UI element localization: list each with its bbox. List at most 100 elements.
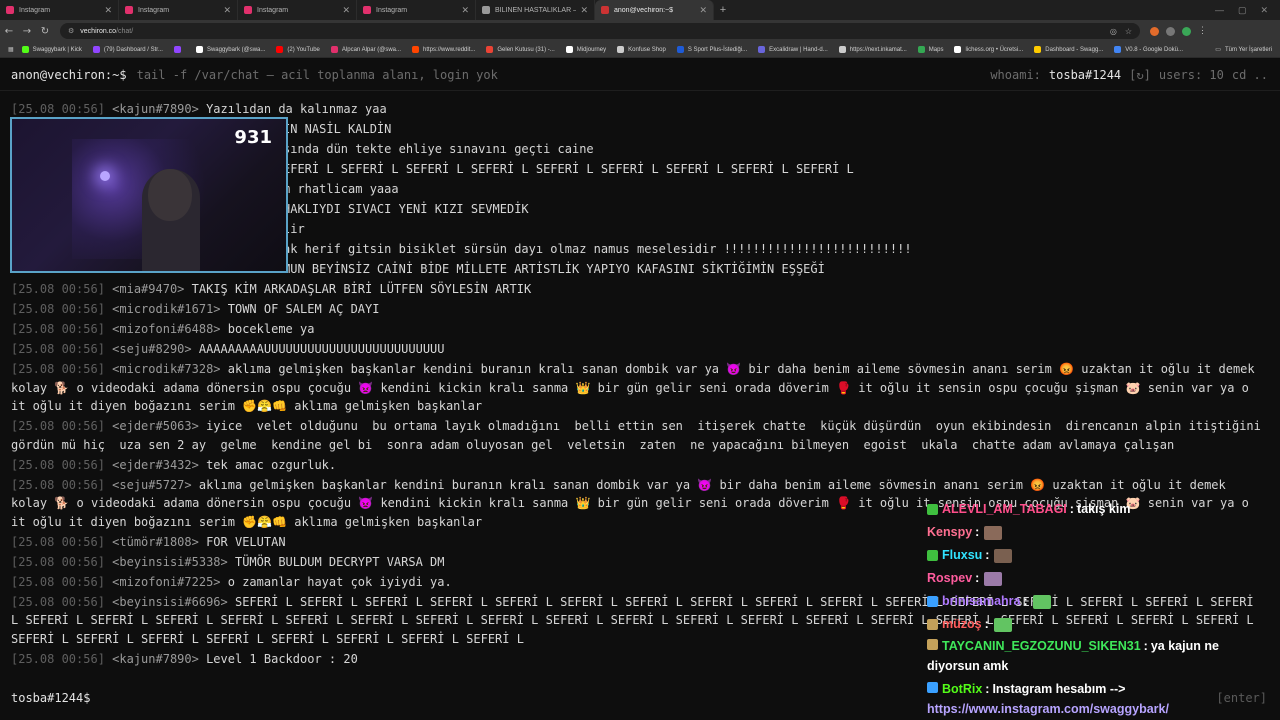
- message-nick[interactable]: <kajun#7890>: [112, 102, 206, 116]
- close-window-icon[interactable]: ✕: [1260, 5, 1268, 16]
- bookmark-item[interactable]: Maps: [917, 46, 943, 53]
- browser-tab[interactable]: Instagram ✕: [119, 0, 238, 20]
- message-nick[interactable]: <beyinsisi#5338>: [112, 555, 235, 569]
- message-text: TOWN OF SALEM AÇ DAYI: [227, 302, 380, 316]
- back-icon[interactable]: ←: [0, 20, 18, 42]
- bookmark-item[interactable]: Swaggybark (@swa...: [195, 46, 265, 53]
- bookmarks-bar: ▦ Swaggybark | Kick (79) Dashboard / Str.…: [0, 42, 1280, 58]
- message-text: Level 1 Backdoor : 20: [206, 651, 358, 666]
- bookmark-item[interactable]: [173, 46, 185, 53]
- bookmark-item[interactable]: lichess.org • Ücretsi...: [954, 46, 1023, 53]
- bookmark-item[interactable]: Alpcan Alpar (@swa...: [330, 46, 401, 53]
- new-tab-button[interactable]: +: [714, 0, 732, 20]
- stream-chat-separator: :: [1069, 502, 1074, 516]
- message-text: o zamanlar hayat çok iyiydi ya.: [227, 574, 452, 589]
- bookmark-item[interactable]: (2) YouTube: [276, 46, 320, 53]
- site-info-icon[interactable]: ⚙: [68, 27, 74, 35]
- bookmark-star-icon[interactable]: ☆: [1125, 27, 1132, 36]
- refresh-button[interactable]: [↻]: [1129, 68, 1151, 82]
- bookmark-favicon-icon: [565, 46, 573, 53]
- extensions-area: ⋮: [1150, 26, 1207, 36]
- reload-icon[interactable]: ↻: [36, 20, 54, 42]
- browser-tab[interactable]: anon@vechiron:~$ ✕: [595, 0, 714, 20]
- url-path: /chat/: [116, 27, 134, 35]
- stream-chat-link[interactable]: https://www.instagram.com/swaggybark/: [927, 702, 1169, 716]
- message-nick[interactable]: <seju#8290>: [112, 342, 199, 356]
- lens-icon[interactable]: ◎: [1110, 27, 1117, 36]
- stream-chat-separator: :: [975, 571, 980, 585]
- bookmark-item[interactable]: Gelen Kutusu (31) -...: [486, 46, 555, 53]
- bookmark-label: Konfuse Shop: [628, 46, 666, 53]
- maximize-icon[interactable]: ▢: [1238, 5, 1247, 16]
- tab-title: Instagram: [19, 6, 51, 14]
- bookmark-item[interactable]: Excalidraw | Hand-d...: [758, 46, 828, 53]
- bookmark-item[interactable]: (79) Dashboard / Str...: [92, 46, 163, 53]
- message-timestamp: [25.08 00:56]: [11, 651, 113, 666]
- close-tab-icon[interactable]: ✕: [580, 5, 588, 16]
- bookmark-item[interactable]: S Sport Plus-İstediği...: [676, 46, 747, 53]
- bookmark-item[interactable]: https://www.reddit...: [412, 46, 475, 53]
- browser-tab[interactable]: Instagram ✕: [238, 0, 357, 20]
- user-badge-icon: [927, 682, 938, 693]
- bookmark-favicon-icon: [276, 46, 284, 53]
- message-nick[interactable]: <tümör#1808>: [112, 535, 206, 549]
- message-nick[interactable]: <ejder#3432>: [112, 458, 206, 472]
- address-bar-row: ← → ↻ ⚙ vechiron.co/chat/ ◎ ☆ ⋮: [0, 20, 1280, 42]
- all-bookmarks[interactable]: ▭ Tüm Yer İşaretleri: [1215, 46, 1280, 54]
- apps-icon[interactable]: ▦: [8, 46, 14, 53]
- message-nick[interactable]: <kajun#7890>: [112, 652, 206, 666]
- bookmark-item[interactable]: V0.8 - Google Dokü...: [1114, 46, 1183, 53]
- message-timestamp: [25.08 00:56]: [11, 302, 113, 316]
- close-tab-icon[interactable]: ✕: [461, 5, 469, 16]
- bookmark-favicon-icon: [758, 46, 766, 53]
- browser-tab[interactable]: BİLİNEN HASTALIKLAR — Bede ✕: [476, 0, 595, 20]
- message-timestamp: [25.08 00:56]: [11, 322, 113, 336]
- close-tab-icon[interactable]: ✕: [223, 5, 231, 16]
- chat-message: [25.08 00:56] <mia#9470> TAKIŞ KİM ARKAD…: [11, 280, 1261, 299]
- bookmark-favicon-icon: [195, 46, 203, 53]
- browser-tab[interactable]: Instagram ✕: [0, 0, 119, 20]
- all-bookmarks-label: Tüm Yer İşaretleri: [1224, 46, 1272, 53]
- extension-icon[interactable]: [1150, 26, 1159, 36]
- message-timestamp: [25.08 00:56]: [11, 342, 113, 356]
- header-command: tail -f /var/chat — acil toplanma alanı,…: [136, 67, 498, 82]
- close-tab-icon[interactable]: ✕: [104, 5, 112, 16]
- bookmark-favicon-icon: [617, 46, 625, 53]
- tab-title: Instagram: [376, 6, 408, 14]
- bookmark-item[interactable]: Midjourney: [565, 46, 606, 53]
- message-nick[interactable]: <microdik#1671>: [112, 302, 228, 316]
- extension-icon[interactable]: [1182, 26, 1191, 36]
- forward-icon[interactable]: →: [18, 20, 36, 42]
- bookmark-item[interactable]: Swaggybark | Kick: [21, 46, 82, 53]
- message-nick[interactable]: <mizofoni#7225>: [112, 575, 228, 589]
- bookmark-item[interactable]: https://next.inkamat...: [838, 46, 907, 53]
- users-count: users: 10: [1158, 68, 1224, 82]
- extension-icon[interactable]: [1166, 26, 1175, 36]
- menu-icon[interactable]: ⋮: [1198, 26, 1207, 36]
- bookmark-label: (79) Dashboard / Str...: [103, 46, 163, 53]
- message-timestamp: [25.08 00:56]: [11, 282, 113, 296]
- webcam-streamer-head: [148, 169, 192, 221]
- close-tab-icon[interactable]: ✕: [699, 5, 707, 16]
- stream-chat-overlay: ALEVLI_AM_TABAGI: takış kim Kenspy: Fluxsu:…: [927, 498, 1275, 720]
- message-nick[interactable]: <beyinsisi#6696>: [112, 595, 235, 609]
- whoami-user: tosba#1244: [1048, 68, 1122, 82]
- message-nick[interactable]: <mizofoni#6488>: [112, 322, 228, 336]
- close-tab-icon[interactable]: ✕: [342, 5, 350, 16]
- stream-chat-username: BotRix: [942, 682, 983, 696]
- bookmark-item[interactable]: Konfuse Shop: [617, 46, 666, 53]
- message-nick[interactable]: <mia#9470>: [112, 282, 191, 296]
- window-controls: — ▢ ✕: [1215, 0, 1280, 20]
- url-input[interactable]: ⚙ vechiron.co/chat/ ◎ ☆: [60, 23, 1140, 39]
- message-nick[interactable]: <seju#5727>: [112, 478, 199, 492]
- minimize-icon[interactable]: —: [1215, 5, 1224, 15]
- tab-strip: Instagram ✕ Instagram ✕ Instagram ✕ Instagram ✕…: [0, 0, 1280, 20]
- message-timestamp: [25.08 00:56]: [11, 534, 113, 549]
- browser-tab[interactable]: Instagram ✕: [357, 0, 476, 20]
- bookmark-item[interactable]: Dashboard - Swagg...: [1034, 46, 1103, 53]
- tab-favicon-icon: [363, 6, 371, 14]
- cd-up-button[interactable]: cd ..: [1232, 68, 1268, 82]
- message-nick[interactable]: <microdik#7328>: [112, 362, 228, 376]
- message-text: EFERİ L SEFERİ L SEFERİ L SEFERİ L SEFER…: [283, 162, 854, 176]
- message-nick[interactable]: <ejder#5063>: [112, 419, 206, 433]
